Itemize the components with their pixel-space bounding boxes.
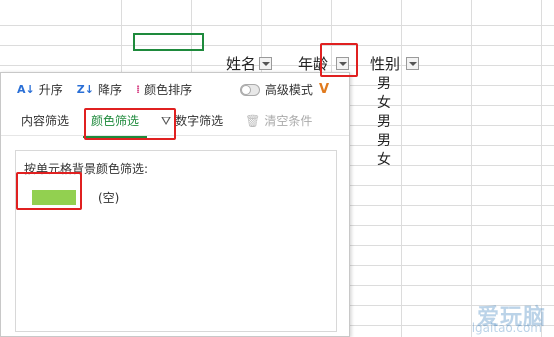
header-gender-filter-dropdown[interactable]: [406, 56, 420, 70]
highlight-age-dropdown: [320, 43, 358, 77]
header-name: 姓名: [226, 53, 273, 73]
filter-toolbar: A↓ 升序 Z↓ 降序 ⁞ 颜色排序 高级模式 V: [1, 73, 349, 105]
header-name-label: 姓名: [226, 54, 257, 73]
toggle-switch-icon: [239, 83, 260, 96]
sort-ascending-label: 升序: [38, 82, 63, 97]
cell-gender[interactable]: 男: [377, 130, 391, 150]
header-gender-label: 性别: [370, 54, 401, 73]
cell-gender[interactable]: 男: [377, 73, 391, 93]
cell-gender[interactable]: 女: [377, 92, 391, 112]
sort-descending-label: 降序: [97, 82, 122, 97]
advanced-mode-label: 高级模式: [264, 83, 313, 97]
vip-icon: V: [318, 82, 329, 97]
advanced-mode-toggle[interactable]: 高级模式 V: [239, 81, 329, 98]
sort-descending-button[interactable]: Z↓ 降序: [77, 81, 122, 98]
highlight-swatch: [16, 172, 82, 210]
trash-icon: 🗑: [245, 113, 261, 128]
sort-ascending-button[interactable]: A↓ 升序: [17, 81, 63, 98]
sort-ascending-icon: A↓: [17, 82, 35, 96]
empty-option-label[interactable]: (空): [98, 189, 119, 206]
color-sort-label: 颜色排序: [144, 82, 193, 97]
selected-cell[interactable]: [133, 33, 204, 51]
clear-conditions-button[interactable]: 🗑 清空条件: [245, 112, 312, 129]
color-sort-icon: ⁞: [135, 82, 141, 96]
header-name-filter-dropdown[interactable]: [259, 56, 273, 70]
tab-number-filter-label: 数字筛选: [175, 113, 224, 128]
header-gender: 性别: [370, 53, 420, 73]
sort-descending-icon: Z↓: [76, 82, 94, 96]
highlight-color-tab: [84, 108, 176, 140]
color-sort-button[interactable]: ⁞ 颜色排序: [136, 81, 192, 98]
watermark-url: lgaitao.com: [471, 321, 542, 335]
cell-gender[interactable]: 男: [377, 111, 391, 131]
clear-conditions-label: 清空条件: [264, 113, 313, 128]
cell-gender[interactable]: 女: [377, 149, 391, 169]
tab-content-filter[interactable]: 内容筛选: [21, 112, 69, 129]
